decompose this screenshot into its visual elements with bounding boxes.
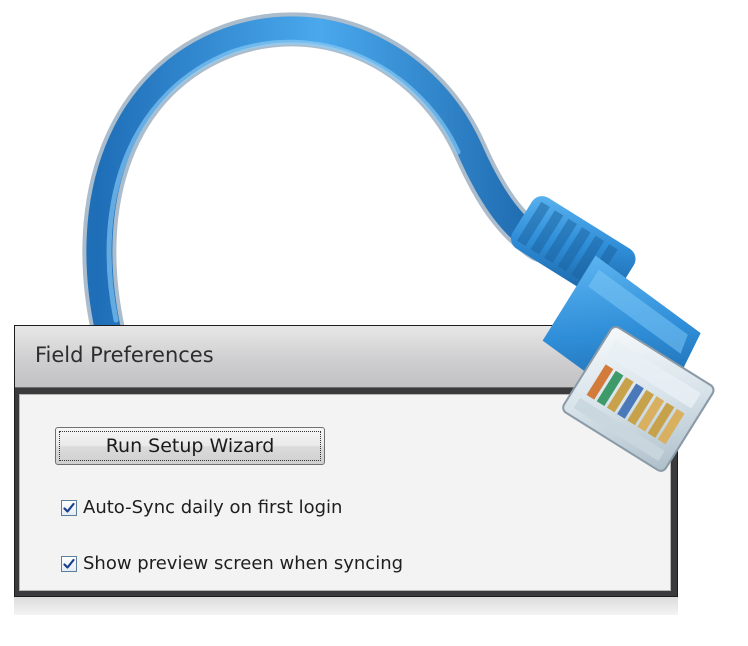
dialog-title-bar[interactable]: Field Preferences bbox=[15, 326, 677, 388]
dialog-body: Run Setup Wizard Auto-Sync daily on firs… bbox=[19, 394, 671, 591]
show-preview-option[interactable]: Show preview screen when syncing bbox=[61, 553, 403, 574]
dialog-bottom-edge bbox=[14, 597, 678, 615]
run-setup-wizard-label: Run Setup Wizard bbox=[105, 435, 275, 457]
auto-sync-option[interactable]: Auto-Sync daily on first login bbox=[61, 497, 342, 518]
run-setup-wizard-button[interactable]: Run Setup Wizard bbox=[55, 427, 325, 465]
show-preview-label: Show preview screen when syncing bbox=[83, 553, 404, 574]
show-preview-checkbox[interactable] bbox=[61, 555, 77, 572]
checkmark-icon bbox=[63, 558, 75, 569]
dialog-title: Field Preferences bbox=[35, 343, 214, 367]
auto-sync-label: Auto-Sync daily on first login bbox=[83, 497, 343, 518]
screen: Field Preferences Run Setup Wizard Auto-… bbox=[0, 0, 748, 646]
auto-sync-checkbox[interactable] bbox=[61, 499, 77, 516]
field-preferences-dialog: Field Preferences Run Setup Wizard Auto-… bbox=[14, 325, 678, 597]
checkmark-icon bbox=[63, 502, 75, 513]
